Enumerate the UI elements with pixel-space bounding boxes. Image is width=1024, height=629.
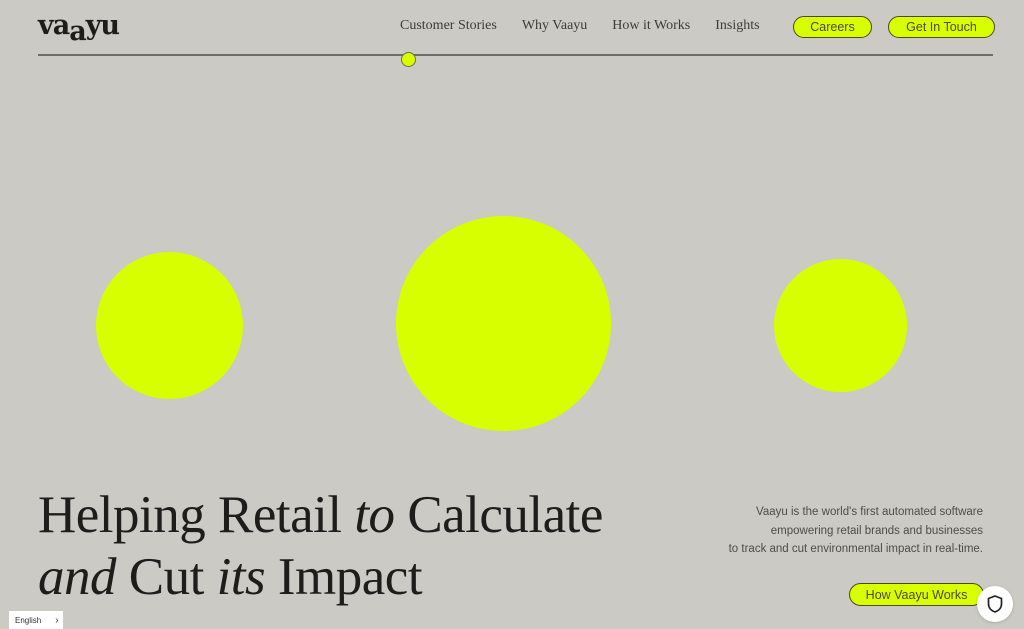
nav-customer-stories[interactable]: Customer Stories xyxy=(400,18,497,34)
headline-italic: and xyxy=(38,548,117,606)
get-in-touch-button[interactable]: Get In Touch xyxy=(888,16,995,38)
headline-italic: its xyxy=(216,548,266,606)
shield-icon xyxy=(987,595,1003,613)
headline-text: Helping Retail xyxy=(38,486,355,544)
main-nav: Customer Stories Why Vaayu How it Works … xyxy=(400,18,785,34)
description-line: empowering retail brands and businesses xyxy=(770,524,983,537)
vaayu-logo[interactable]: vaayu xyxy=(38,10,120,47)
how-vaayu-works-button[interactable]: How Vaayu Works xyxy=(849,583,984,606)
privacy-shield-button[interactable] xyxy=(977,586,1013,622)
headline-text: Calculate xyxy=(394,486,603,544)
nav-insights[interactable]: Insights xyxy=(715,18,759,34)
nav-why-vaayu[interactable]: Why Vaayu xyxy=(522,18,587,34)
decorative-circle-right xyxy=(774,259,907,392)
nav-how-it-works[interactable]: How it Works xyxy=(612,18,690,34)
decorative-circle-center xyxy=(396,216,611,431)
nav-divider xyxy=(38,54,993,56)
hero-headline: Helping Retail to Calculate and Cut its … xyxy=(38,484,603,608)
logo-part: va xyxy=(38,10,70,41)
headline-text: Cut xyxy=(116,548,217,606)
hero-description: Vaayu is the world's first automated sof… xyxy=(663,503,983,559)
headline-italic: to xyxy=(354,486,395,544)
description-line: Vaayu is the world's first automated sof… xyxy=(756,506,983,518)
logo-part-dropped: a xyxy=(69,16,86,47)
decorative-circle-left xyxy=(96,252,243,399)
description-line: to track and cut environmental impact in… xyxy=(728,543,983,555)
chevron-right-icon: › xyxy=(55,614,59,626)
logo-part: yu xyxy=(85,10,120,41)
language-label: English xyxy=(15,615,42,625)
language-selector[interactable]: English › xyxy=(9,611,63,629)
headline-text: Impact xyxy=(265,548,423,606)
nav-active-indicator xyxy=(401,52,416,67)
careers-button[interactable]: Careers xyxy=(793,16,872,38)
